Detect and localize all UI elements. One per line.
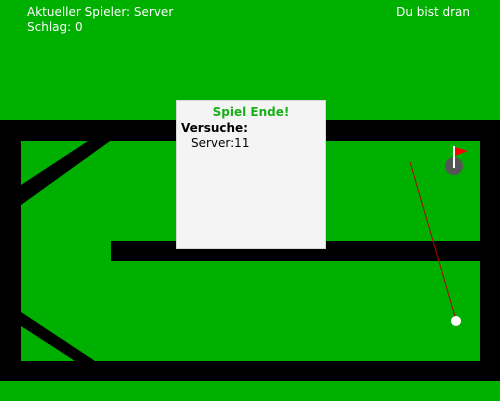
game-over-dialog: Spiel Ende! Versuche: Server:11 [176,100,326,249]
flag-icon [455,147,468,156]
attempts-result: Server:11 [191,136,250,150]
wall-diagonal-bottom-left [21,312,95,361]
wall-diagonal-top-left [21,141,110,205]
attempts-heading: Versuche: [181,121,248,135]
stroke-counter: Schlag: 0 [27,20,83,34]
turn-indicator: Du bist dran [396,5,470,19]
dialog-title: Spiel Ende! [212,105,290,119]
wall-left [0,120,21,381]
current-player-label: Aktueller Spieler: Server [27,5,174,19]
wall-bottom [0,361,500,381]
golf-ball[interactable] [451,316,461,326]
